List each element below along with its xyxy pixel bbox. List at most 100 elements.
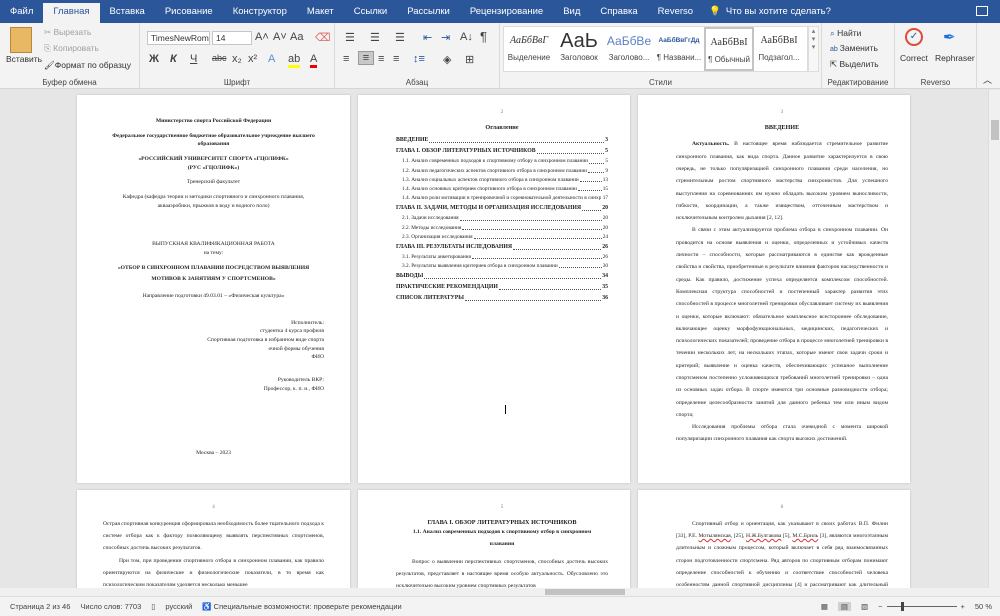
document-area[interactable]: Министерство спорта Российской Федерации… (0, 90, 988, 588)
change-case-icon[interactable]: Aa (290, 31, 303, 43)
scrollbar-thumb[interactable] (545, 589, 625, 595)
style-heading[interactable]: АаБбВе Заголово... (604, 27, 654, 71)
read-mode-icon[interactable]: ▦ (821, 602, 828, 611)
align-left-icon[interactable]: ≡ (343, 53, 349, 65)
misspelled-word[interactable]: Н.Ж.Булгакова (746, 533, 781, 539)
toc-entry[interactable]: 3.2. Результаты выявления критериев отбо… (396, 262, 608, 270)
toc-entry[interactable]: 1.3. Анализ социальных аспектов спортивн… (396, 176, 608, 184)
styles-scroll-button[interactable]: ▴ ▾ ▾ (808, 26, 819, 72)
toc-entry[interactable]: 3.1. Результаты анкетирования 26 (396, 253, 608, 261)
font-name-select[interactable]: TimesNewRom (147, 31, 210, 45)
misspelled-word[interactable]: М.С.Бриль (792, 533, 818, 539)
borders-icon[interactable]: ⊞ (465, 53, 474, 66)
toc-entry[interactable]: 2.2. Методы исследования 20 (396, 224, 608, 232)
superscript-button[interactable]: x² (248, 53, 257, 65)
format-painter-button[interactable]: 🖌Формат по образцу (44, 60, 131, 71)
toc-entry[interactable]: ВВЕДЕНИЕ 3 (396, 136, 608, 145)
university-name: «РОССИЙСКИЙ УНИВЕРСИТЕТ СПОРТА «ГЦОЛИФК» (138, 155, 289, 162)
tell-me-search[interactable]: 💡 Что вы хотите сделать? (709, 6, 831, 17)
proofing-icon[interactable]: ▯ (151, 602, 155, 611)
style-title[interactable]: АаЬ Заголовок (554, 27, 604, 71)
select-button[interactable]: ⇱ Выделить (830, 59, 879, 70)
toc-entry[interactable]: 1.4. Анализ роли мотивации в тренировочн… (396, 194, 608, 202)
tab-draw[interactable]: Рисование (155, 0, 223, 23)
sort-icon[interactable]: A↓ (460, 31, 473, 43)
find-button[interactable]: ⌕ Найти (830, 28, 861, 39)
replace-button[interactable]: ab Заменить (830, 43, 878, 53)
print-layout-icon[interactable]: ▤ (837, 602, 852, 611)
increase-indent-icon[interactable]: ⇥ (441, 31, 450, 44)
text-effects-icon[interactable]: A (268, 53, 275, 65)
word-count[interactable]: Число слов: 7703 (80, 602, 141, 611)
zoom-level[interactable]: 50 % (975, 602, 992, 611)
strikethrough-button[interactable]: abc (212, 53, 227, 63)
grow-font-icon[interactable]: A˄ (255, 31, 269, 43)
tab-layout[interactable]: Макет (297, 0, 344, 23)
vertical-scrollbar[interactable] (988, 90, 1000, 588)
show-marks-icon[interactable]: ¶ (480, 29, 487, 44)
paste-button[interactable]: Вставить (6, 54, 42, 64)
bullets-icon[interactable]: ☰ (345, 31, 355, 44)
decrease-indent-icon[interactable]: ⇤ (423, 31, 432, 44)
tab-reverso[interactable]: Reverso (648, 0, 703, 23)
multilevel-list-icon[interactable]: ☰ (395, 31, 405, 44)
toc-entry[interactable]: ГЛАВА II. ЗАДАЧИ, МЕТОДЫ И ОРГАНИЗАЦИЯ И… (396, 204, 608, 213)
toc-entry[interactable]: ВЫВОДЫ 34 (396, 272, 608, 281)
clear-format-icon[interactable]: ⌫ (315, 31, 331, 44)
style-emphasis[interactable]: АаБбВвГ Выделение (504, 27, 554, 71)
highlight-icon[interactable]: ab (288, 53, 301, 68)
toc-entry[interactable]: 1.2. Анализ педагогических аспектов спор… (396, 167, 608, 175)
toc-entry[interactable]: 1.1. Анализ современных подходов к спорт… (396, 157, 608, 165)
toc-entry[interactable]: ПРАКТИЧЕСКИЕ РЕКОМЕНДАЦИИ 35 (396, 283, 608, 292)
shrink-font-icon[interactable]: A˅ (273, 31, 287, 43)
toc-entry[interactable]: 1.4. Анализ основных критериев спортивно… (396, 185, 608, 193)
style-subtitle[interactable]: АаБбВвI Подзагол... (754, 27, 804, 71)
toc-entry[interactable]: ГЛАВА I. ОБЗОР ЛИТЕРАТУРНЫХ ИСТОЧНИКОВ 5 (396, 147, 608, 156)
correct-button[interactable]: Correct (900, 53, 928, 63)
shading-icon[interactable]: ◈ (443, 53, 451, 66)
zoom-slider-thumb[interactable] (901, 602, 905, 611)
align-center-icon[interactable]: ≡ (358, 51, 374, 65)
bold-button[interactable]: Ж (149, 53, 159, 65)
justify-icon[interactable]: ≡ (393, 53, 399, 65)
tab-file[interactable]: Файл (0, 0, 43, 23)
toc-entry[interactable]: 2.3. Организация исследования 24 (396, 233, 608, 241)
font-color-icon[interactable]: A (310, 53, 318, 68)
line-spacing-icon[interactable]: ↕≡ (413, 53, 425, 65)
toc-entry-title: 3.1. Результаты анкетирования (402, 253, 471, 260)
cut-button[interactable]: ✂ Вырезать (44, 27, 91, 38)
subscript-button[interactable]: x₂ (232, 53, 242, 65)
tab-references[interactable]: Ссылки (344, 0, 397, 23)
copy-button[interactable]: ⎘ Копировать (44, 43, 99, 54)
zoom-in-button[interactable]: + (961, 602, 965, 611)
align-right-icon[interactable]: ≡ (378, 53, 384, 65)
italic-button[interactable]: К (170, 53, 177, 65)
underline-button[interactable]: Ч (190, 53, 197, 65)
style-normal[interactable]: АаБбВвI ¶ Обычный (704, 27, 754, 71)
toc-entry[interactable]: ГЛАВА III. РЕЗУЛЬТАТЫ ИСЛЕДОВАНИЯ 26 (396, 243, 608, 252)
page-count[interactable]: Страница 2 из 46 (10, 602, 70, 611)
toc-entry[interactable]: СПИСОК ЛИТЕРАТУРЫ 36 (396, 294, 608, 303)
horizontal-scrollbar[interactable] (0, 588, 1000, 596)
tab-design[interactable]: Конструктор (223, 0, 297, 23)
tab-mailings[interactable]: Рассылки (397, 0, 460, 23)
numbering-icon[interactable]: ☰ (370, 31, 380, 44)
comments-icon[interactable] (976, 6, 988, 16)
font-size-select[interactable]: 14 (212, 31, 252, 45)
language[interactable]: русский (165, 602, 192, 611)
zoom-out-button[interactable]: − (878, 602, 882, 611)
zoom-slider[interactable] (886, 602, 957, 611)
misspelled-word[interactable]: Мотылянская (698, 533, 730, 539)
tab-home[interactable]: Главная (43, 3, 100, 23)
rephraser-button[interactable]: Rephraser (935, 53, 975, 63)
scrollbar-thumb[interactable] (991, 120, 999, 140)
collapse-ribbon-icon[interactable]: ︿ (983, 73, 992, 86)
tab-review[interactable]: Рецензирование (460, 0, 553, 23)
style-name-style[interactable]: АаБбВвГгДд ¶ Названи... (654, 27, 704, 71)
tab-help[interactable]: Справка (590, 0, 647, 23)
web-layout-icon[interactable]: ▧ (861, 602, 868, 611)
tab-insert[interactable]: Вставка (100, 0, 155, 23)
toc-entry[interactable]: 2.1. Задачи исследования 20 (396, 214, 608, 222)
accessibility-status[interactable]: Специальные возможности: проверьте реком… (214, 602, 402, 611)
tab-view[interactable]: Вид (553, 0, 590, 23)
